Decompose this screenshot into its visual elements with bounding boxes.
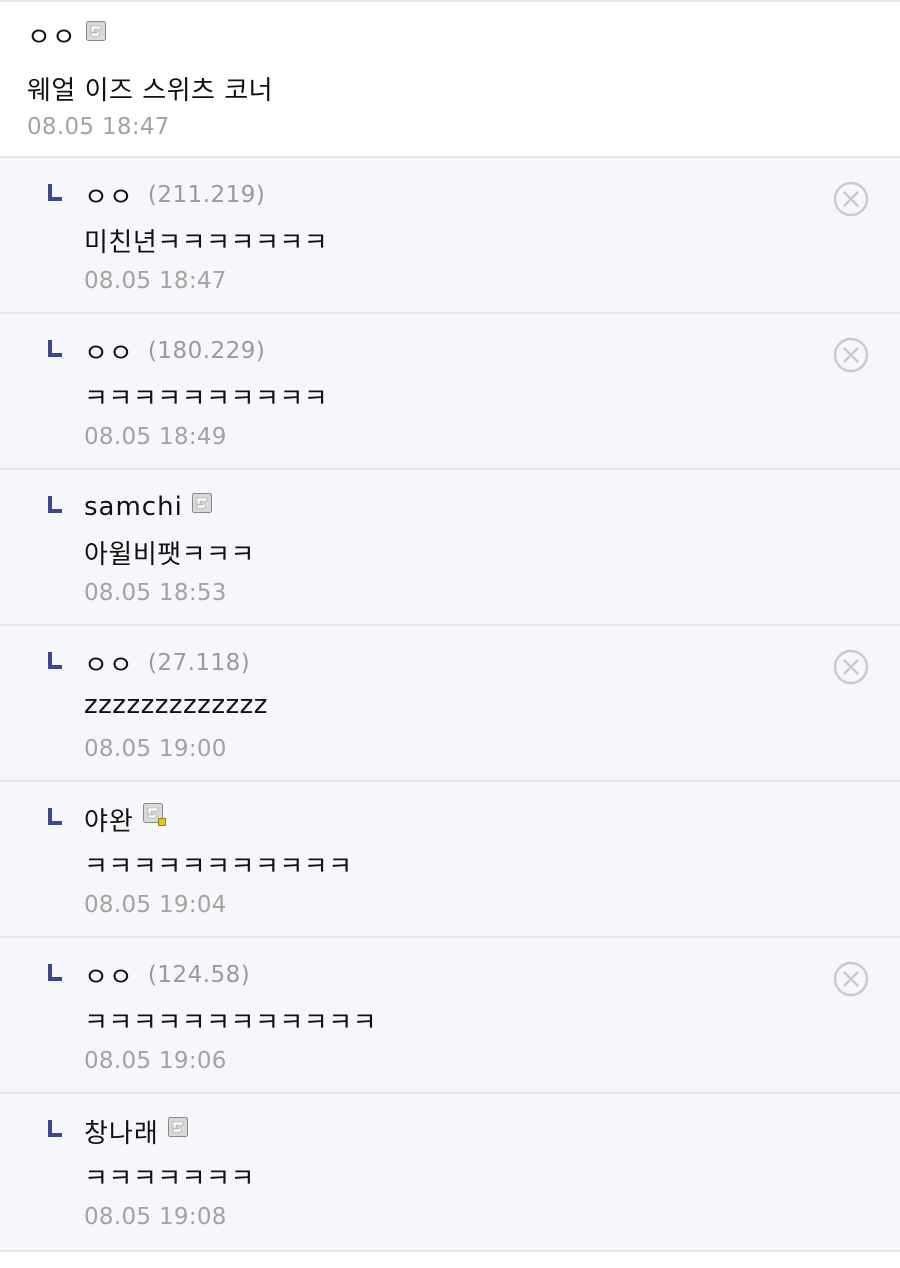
comment-text: 웨얼 이즈 스위츠 코너: [27, 76, 274, 106]
fixed-nick-icon: [85, 21, 106, 41]
reply-item: ㅇㅇ (211.219) 미친년ㅋㅋㅋㅋㅋㅋㅋ 08.05 18:47: [0, 158, 900, 314]
reply-nickname[interactable]: ㅇㅇ: [84, 645, 134, 682]
reply-text: ㅋㅋㅋㅋㅋㅋㅋㅋㅋㅋㅋㅋ: [84, 1008, 378, 1038]
reply-arrow-icon: [48, 1120, 62, 1137]
delete-reply-button[interactable]: [833, 181, 869, 217]
comment-item: ㅇㅇ 웨얼 이즈 스위츠 코너 08.05 18:47: [0, 2, 900, 158]
reply-ip: (27.118): [147, 650, 251, 676]
reply-date: 08.05 19:04: [84, 892, 227, 918]
reply-arrow-icon: [48, 808, 62, 825]
reply-item: samchi 아윌비팻ㅋㅋㅋ 08.05 18:53: [0, 470, 900, 626]
reply-item: ㅇㅇ (124.58) ㅋㅋㅋㅋㅋㅋㅋㅋㅋㅋㅋㅋ 08.05 19:06: [0, 938, 900, 1094]
reply-nickname[interactable]: 창나래: [84, 1113, 159, 1150]
reply-arrow-icon: [48, 652, 62, 669]
delete-reply-button[interactable]: [833, 337, 869, 373]
reply-nickname[interactable]: ㅇㅇ: [84, 177, 134, 214]
reply-arrow-icon: [48, 184, 62, 201]
reply-nickname[interactable]: samchi: [84, 492, 183, 522]
reply-author-row: ㅇㅇ (27.118): [84, 645, 251, 682]
reply-author-row: 야완: [84, 801, 167, 838]
reply-arrow-icon: [48, 496, 62, 513]
fixed-nick-icon: [167, 1117, 188, 1137]
reply-author-row: ㅇㅇ (180.229): [84, 333, 266, 370]
reply-item: ㅇㅇ (27.118) zzzzzzzzzzzzz 08.05 19:00: [0, 626, 900, 782]
reply-nickname[interactable]: ㅇㅇ: [84, 957, 134, 994]
reply-date: 08.05 19:00: [84, 736, 227, 762]
reply-ip: (211.219): [147, 182, 266, 208]
comment-date: 08.05 18:47: [27, 114, 170, 140]
reply-author-row: ㅇㅇ (211.219): [84, 177, 266, 214]
reply-nickname[interactable]: 야완: [84, 801, 134, 838]
reply-date: 08.05 19:08: [84, 1204, 227, 1230]
reply-text: 미친년ㅋㅋㅋㅋㅋㅋㅋ: [84, 228, 329, 258]
reply-arrow-icon: [48, 340, 62, 357]
reply-text: 아윌비팻ㅋㅋㅋ: [84, 540, 255, 570]
reply-text: zzzzzzzzzzzzz: [84, 690, 268, 720]
reply-text: ㅋㅋㅋㅋㅋㅋㅋㅋㅋㅋ: [84, 384, 329, 414]
reply-date: 08.05 18:47: [84, 268, 227, 294]
reply-date: 08.05 19:06: [84, 1048, 227, 1074]
delete-reply-button[interactable]: [833, 961, 869, 997]
reply-text: ㅋㅋㅋㅋㅋㅋㅋ: [84, 1164, 255, 1194]
comment-author-row: ㅇㅇ: [27, 17, 106, 54]
reply-date: 08.05 18:53: [84, 580, 227, 606]
reply-ip: (124.58): [147, 962, 251, 988]
fixed-nick-icon: [191, 493, 212, 513]
reply-author-row: samchi: [84, 490, 212, 524]
half-fixed-nick-icon: [142, 803, 166, 826]
reply-date: 08.05 18:49: [84, 424, 227, 450]
reply-item: ㅇㅇ (180.229) ㅋㅋㅋㅋㅋㅋㅋㅋㅋㅋ 08.05 18:49: [0, 314, 900, 470]
reply-text: ㅋㅋㅋㅋㅋㅋㅋㅋㅋㅋㅋ: [84, 852, 353, 882]
reply-item: 창나래 ㅋㅋㅋㅋㅋㅋㅋ 08.05 19:08: [0, 1094, 900, 1252]
reply-author-row: 창나래: [84, 1113, 188, 1150]
reply-arrow-icon: [48, 964, 62, 981]
reply-nickname[interactable]: ㅇㅇ: [84, 333, 134, 370]
comment-nickname[interactable]: ㅇㅇ: [27, 17, 77, 54]
reply-author-row: ㅇㅇ (124.58): [84, 957, 251, 994]
comment-list: ㅇㅇ 웨얼 이즈 스위츠 코너 08.05 18:47 ㅇㅇ (211.219)…: [0, 0, 900, 1268]
delete-reply-button[interactable]: [833, 649, 869, 685]
reply-ip: (180.229): [147, 338, 266, 364]
reply-item: 야완 ㅋㅋㅋㅋㅋㅋㅋㅋㅋㅋㅋ 08.05 19:04: [0, 782, 900, 938]
